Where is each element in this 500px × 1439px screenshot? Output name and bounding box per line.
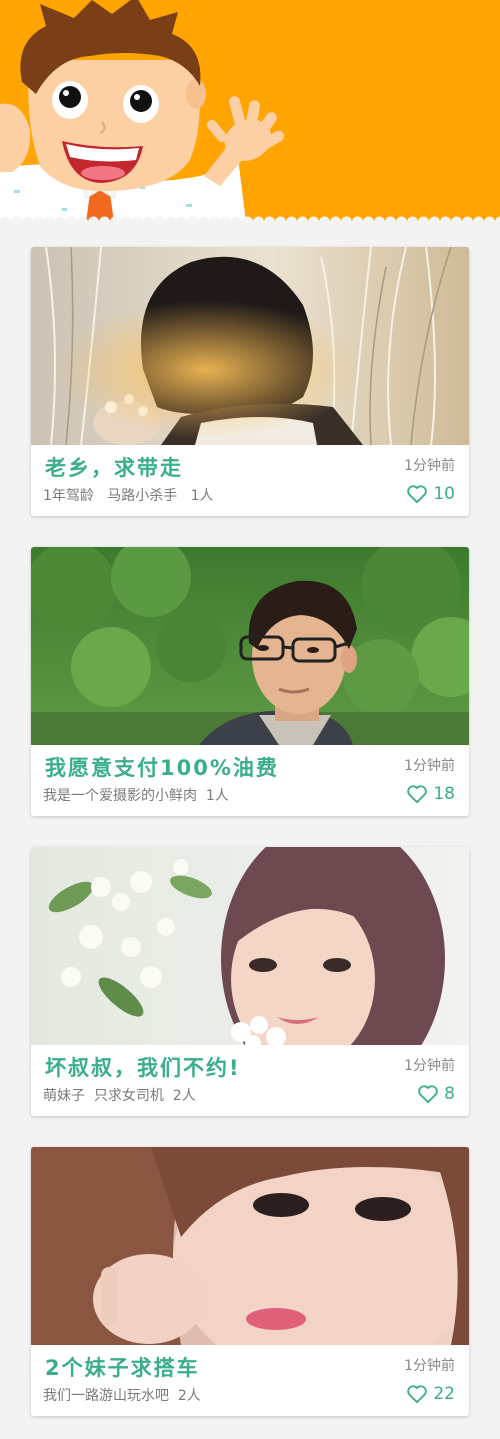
card-photo [31, 847, 469, 1045]
card-subtitle: 萌妹子 只求女司机 2人 [43, 1088, 196, 1104]
card-photo [31, 1147, 469, 1345]
card-time: 1分钟前 [404, 1058, 455, 1074]
like-count: 18 [433, 784, 455, 804]
heart-icon [407, 485, 428, 504]
ride-card[interactable]: 老乡，求带走 1年驾龄 马路小杀手 1人 1分钟前 10 [31, 247, 469, 516]
like-button[interactable]: 18 [406, 783, 455, 805]
card-photo [31, 247, 469, 445]
card-time: 1分钟前 [404, 758, 455, 774]
card-photo [31, 547, 469, 745]
ride-card[interactable]: 2个妹子求搭车 我们一路游山玩水吧 2人 1分钟前 22 [31, 1147, 469, 1416]
header-banner [0, 0, 500, 222]
mascot-illustration [0, 0, 500, 222]
like-count: 10 [433, 484, 455, 504]
like-count: 8 [444, 1084, 455, 1104]
ride-card[interactable]: 我愿意支付100%油费 我是一个爱摄影的小鲜肉 1人 1分钟前 18 [31, 547, 469, 816]
card-title: 老乡，求带走 [45, 456, 183, 480]
like-count: 22 [433, 1384, 455, 1404]
card-subtitle: 我们一路游山玩水吧 2人 [43, 1388, 201, 1404]
heart-icon [418, 1085, 438, 1104]
heart-icon [407, 1385, 428, 1404]
card-title: 2个妹子求搭车 [45, 1356, 200, 1380]
card-time: 1分钟前 [404, 1358, 455, 1374]
ride-card[interactable]: 坏叔叔，我们不约! 萌妹子 只求女司机 2人 1分钟前 8 [31, 847, 469, 1116]
ride-card-list: 老乡，求带走 1年驾龄 马路小杀手 1人 1分钟前 10 我愿意支付100%油费… [0, 222, 500, 1416]
like-button[interactable]: 22 [406, 1383, 455, 1405]
like-button[interactable]: 8 [417, 1083, 455, 1105]
heart-icon [407, 785, 428, 804]
like-button[interactable]: 10 [406, 483, 455, 505]
card-subtitle: 1年驾龄 马路小杀手 1人 [43, 488, 214, 504]
card-title: 我愿意支付100%油费 [45, 756, 279, 780]
card-title: 坏叔叔，我们不约! [45, 1056, 241, 1080]
card-time: 1分钟前 [404, 458, 455, 474]
card-subtitle: 我是一个爱摄影的小鲜肉 1人 [43, 788, 229, 804]
